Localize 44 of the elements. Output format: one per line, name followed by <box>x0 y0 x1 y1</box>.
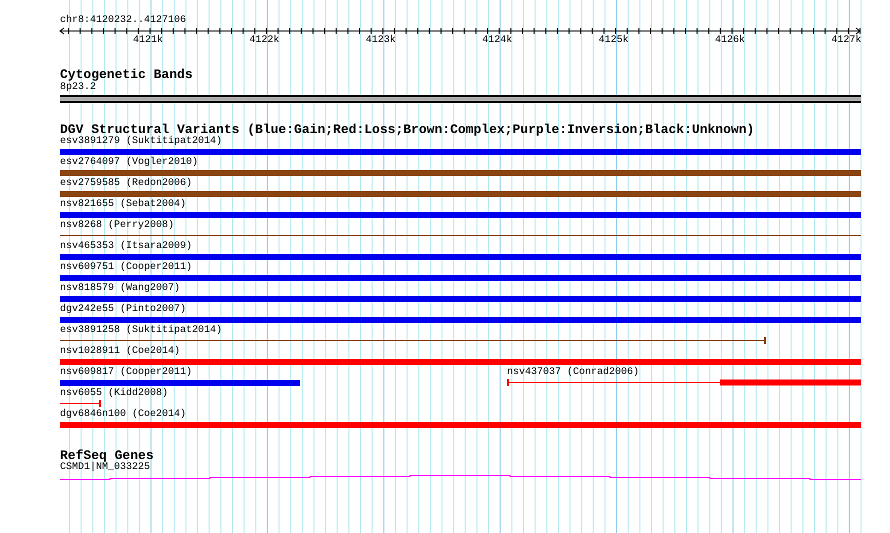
variant-label: esv2764097 (Vogler2010) <box>60 157 198 169</box>
ruler-tick-label: 4126k <box>714 35 745 47</box>
variant-bar[interactable] <box>60 296 861 302</box>
variant-label: nsv1028911 (Coe2014) <box>60 346 180 358</box>
track-title: RefSeq Genes <box>60 450 154 462</box>
variant-bar[interactable] <box>60 380 300 386</box>
variant-bar[interactable] <box>60 317 861 323</box>
variant-bar[interactable] <box>60 149 861 155</box>
variant-label: dgv6846n100 (Coe2014) <box>60 409 186 421</box>
variant-bar[interactable] <box>60 359 861 365</box>
ruler-tick-label: 4125k <box>598 35 629 47</box>
variant-label: nsv465353 (Itsara2009) <box>60 241 192 253</box>
variant-label: esv2759585 (Redon2006) <box>60 178 192 190</box>
variant-label: nsv8268 (Perry2008) <box>60 220 174 232</box>
variant-bar[interactable] <box>60 191 861 197</box>
ruler-tick-label: 4127k <box>831 35 862 47</box>
variant-label: nsv609817 (Cooper2011) <box>60 367 192 379</box>
variant-label: nsv6055 (Kidd2008) <box>60 388 168 400</box>
variant-line[interactable] <box>60 400 101 407</box>
variant-line[interactable] <box>60 337 766 344</box>
band-label: 8p23.2 <box>60 82 96 94</box>
variant-label: esv3891279 (Suktitipat2014) <box>60 136 222 148</box>
variant-bar[interactable] <box>60 422 861 428</box>
variant-label: nsv609751 (Cooper2011) <box>60 262 192 274</box>
gene-label: CSMD1|NM_033225 <box>60 462 150 474</box>
variant-split-drawing[interactable] <box>507 379 861 386</box>
track-title: DGV Structural Variants (Blue:Gain;Red:Loss;Brown:Complex;Purple:Inversion;Black:Unknown) <box>60 123 754 136</box>
variant-bar[interactable] <box>60 275 861 281</box>
variant-bar[interactable] <box>60 170 861 176</box>
track-title: Cytogenetic Bands <box>60 69 193 81</box>
variant-label: dgv242e55 (Pinto2007) <box>60 304 186 316</box>
gene-model-drawing[interactable] <box>60 474 861 481</box>
ruler-tick-label: 4124k <box>482 35 512 47</box>
variant-label: nsv818579 (Wang2007) <box>60 283 180 295</box>
ruler-tick-label: 4122k <box>249 35 280 47</box>
variant-label: esv3891258 (Suktitipat2014) <box>60 325 222 337</box>
ruler-tick-label: 4123k <box>366 35 396 47</box>
variant-line[interactable] <box>60 232 861 239</box>
variant-label: nsv437037 (Conrad2006) <box>507 367 640 379</box>
variant-label: nsv821655 (Sebat2004) <box>60 199 186 211</box>
ruler-tick-label: 4121k <box>132 35 163 47</box>
ruler-location: chr8:4120232..4127106 <box>60 15 186 27</box>
variant-bar[interactable] <box>60 254 861 260</box>
variant-bar[interactable] <box>60 212 861 218</box>
